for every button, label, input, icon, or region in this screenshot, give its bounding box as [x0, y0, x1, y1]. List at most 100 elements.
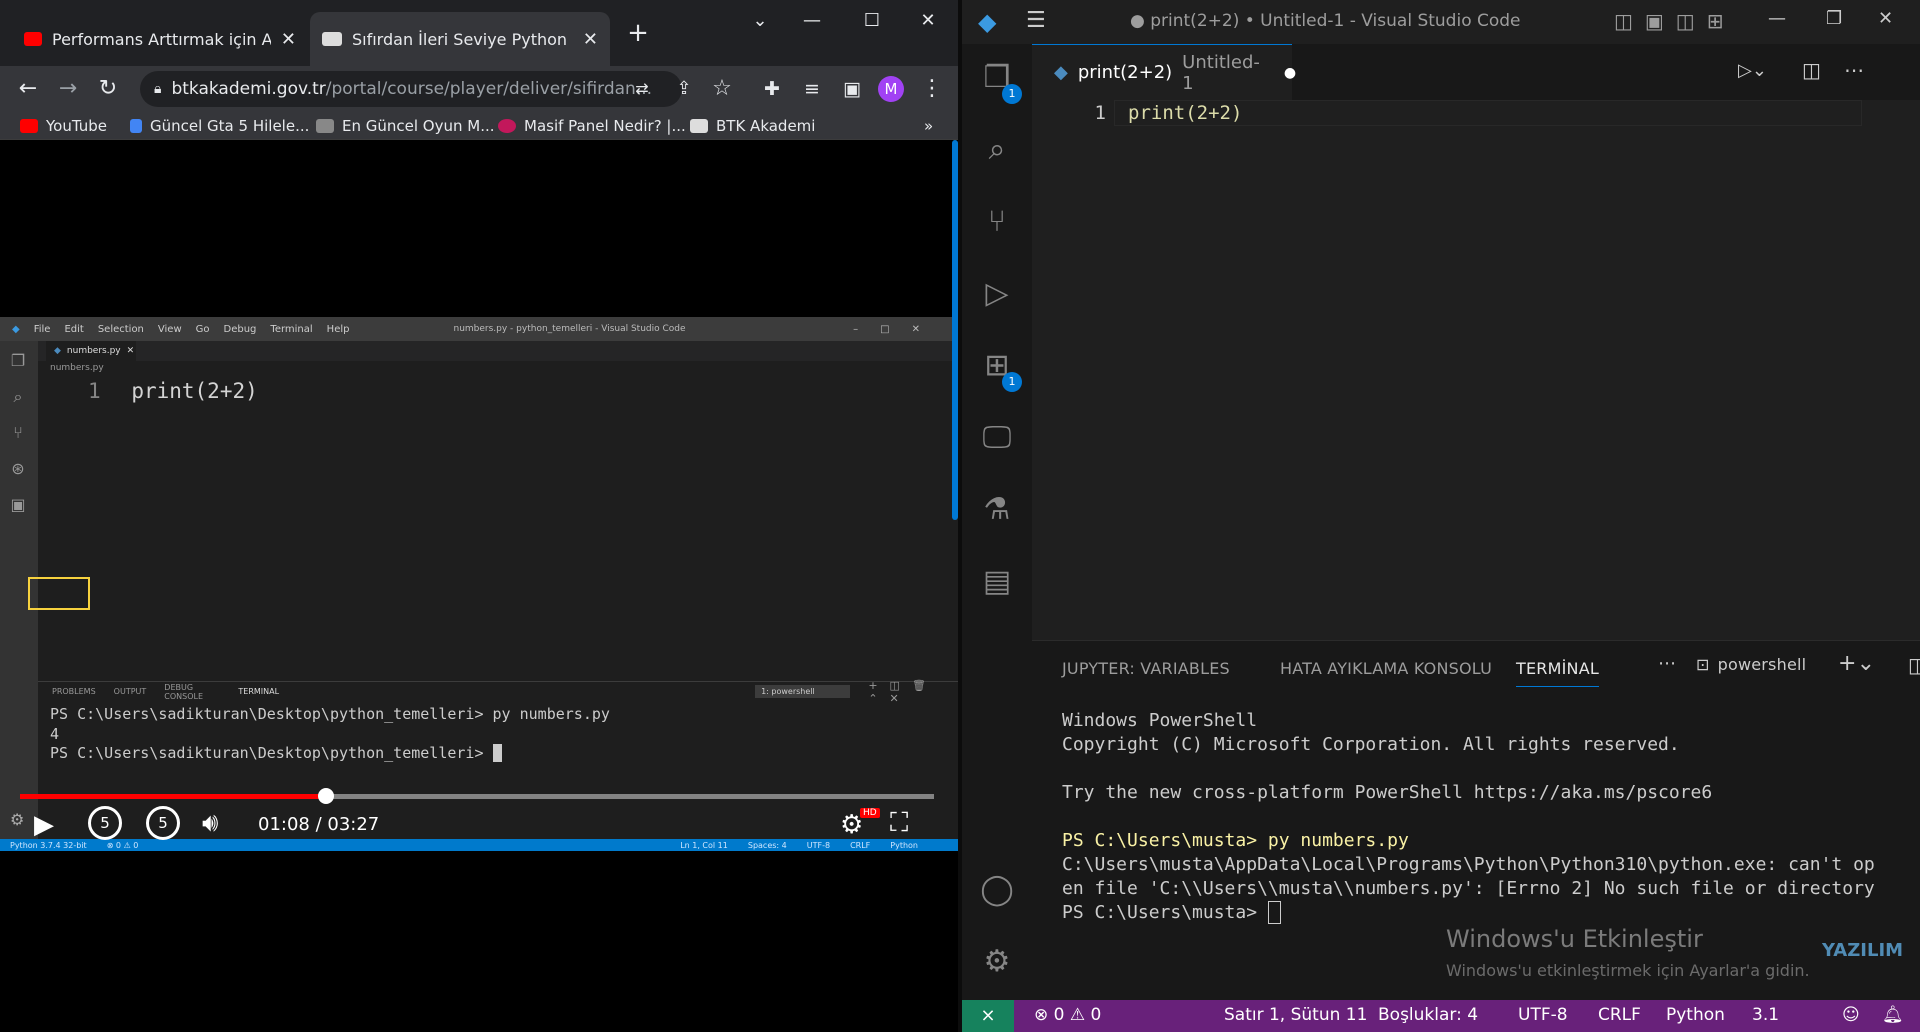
- btk-icon: [322, 32, 342, 46]
- close-icon[interactable]: ✕: [583, 29, 598, 50]
- new-tab-button[interactable]: +: [624, 20, 652, 48]
- play-icon[interactable]: ▶: [34, 810, 54, 840]
- menu-icon[interactable]: ⋮: [918, 76, 946, 104]
- extensions-icon[interactable]: ⊞: [962, 336, 1032, 396]
- watermark-logo: YAZILIM: [1822, 940, 1904, 961]
- extensions-icon[interactable]: ✚: [758, 76, 786, 104]
- more-actions-icon[interactable]: ⋯: [1844, 58, 1864, 82]
- bookmark-gta[interactable]: Güncel Gta 5 Hilele...: [130, 114, 309, 138]
- status-language[interactable]: Python: [1666, 1005, 1725, 1025]
- run-debug-icon[interactable]: ▷: [962, 264, 1032, 324]
- translate-icon[interactable]: ⇄: [628, 76, 656, 104]
- files-icon: ❐: [10, 351, 26, 370]
- share-icon[interactable]: ⇪: [670, 76, 698, 104]
- editor[interactable]: 1 print(2+2): [1032, 100, 1920, 640]
- source-control-icon[interactable]: ⑂: [962, 192, 1032, 252]
- volume-icon[interactable]: 🔊︎: [202, 808, 218, 839]
- inner-menu-item: Debug: [223, 323, 257, 335]
- python-icon: ◆: [1054, 62, 1068, 83]
- output-highlight-box: [28, 577, 90, 610]
- lock-icon[interactable]: 🔒︎: [154, 81, 161, 97]
- account-icon[interactable]: ◯: [962, 860, 1032, 920]
- side-panel-icon[interactable]: ▣: [838, 76, 866, 104]
- back-icon[interactable]: ←: [14, 76, 42, 104]
- tab-search-icon[interactable]: ⌄: [740, 6, 780, 36]
- address-bar[interactable]: 🔒︎ btkakademi.gov.tr/portal/course/playe…: [140, 71, 682, 107]
- video-vscode: ◆ File Edit Selection View Go Debug Term…: [0, 317, 958, 851]
- layout-controls[interactable]: ◫▣◫⊞: [1614, 9, 1735, 33]
- browser-tab-2[interactable]: Sıfırdan İleri Seviye Python Progr ✕: [310, 12, 610, 66]
- line-number: 1: [1094, 102, 1106, 124]
- status-spaces[interactable]: Boşluklar: 4: [1378, 1005, 1478, 1025]
- bookmark-youtube[interactable]: YouTube: [20, 114, 107, 138]
- status-interpreter[interactable]: 3.1: [1752, 1005, 1779, 1025]
- bottom-panel: JUPYTER: VARIABLES HATA AYIKLAMA KONSOLU…: [1032, 640, 1920, 1000]
- editor-tabs: ◆ print(2+2) Untitled-1 ● ▷⌄ ◫ ⋯: [1032, 44, 1920, 100]
- fullscreen-icon[interactable]: ⛶: [890, 808, 908, 839]
- minimize-icon[interactable]: —: [1768, 8, 1786, 29]
- terminal-shell-select[interactable]: ⊡ powershell: [1696, 655, 1806, 674]
- site-icon: [498, 119, 516, 133]
- remote-explorer-icon[interactable]: 🖵︎: [962, 408, 1032, 468]
- site-icon: [316, 119, 334, 133]
- bookmark-masif[interactable]: Masif Panel Nedir? |...: [498, 114, 686, 138]
- video-progress-bar[interactable]: [20, 794, 934, 799]
- extensions-badge: 1: [1002, 372, 1022, 392]
- bookmark-btk[interactable]: BTK Akademi: [690, 114, 815, 138]
- inner-tab: ◆ numbers.py ✕: [46, 341, 136, 361]
- tab-title: Sıfırdan İleri Seviye Python Progr: [352, 29, 573, 49]
- status-eol[interactable]: CRLF: [1598, 1005, 1641, 1025]
- status-position[interactable]: Satır 1, Sütun 11: [1224, 1005, 1367, 1025]
- notebook-icon[interactable]: ▤: [962, 552, 1032, 612]
- close-icon[interactable]: ✕: [281, 29, 296, 50]
- python-icon: ◆: [54, 346, 61, 356]
- forward-icon[interactable]: →: [54, 76, 82, 104]
- profile-avatar[interactable]: M: [878, 76, 904, 102]
- split-terminal-icon[interactable]: ◫: [1908, 653, 1920, 677]
- tab-terminal[interactable]: TERMİNAL: [1516, 659, 1599, 687]
- testing-icon[interactable]: ⚗︎: [962, 480, 1032, 540]
- media-icon[interactable]: ≡: [798, 76, 826, 104]
- inner-code: 1 print(2+2): [88, 379, 258, 403]
- close-window-icon[interactable]: ✕: [1878, 8, 1893, 29]
- minimize-icon[interactable]: —: [792, 6, 832, 36]
- activation-subtitle: Windows'u etkinleştirmek için Ayarlar'a …: [1446, 961, 1810, 980]
- maximize-icon[interactable]: ☐: [852, 6, 892, 36]
- status-problems[interactable]: ⊗ 0 ⚠ 0: [1034, 1005, 1101, 1025]
- search-icon[interactable]: ⌕: [962, 120, 1032, 180]
- explorer-icon[interactable]: ❐: [962, 48, 1032, 108]
- feedback-icon[interactable]: ☺: [1842, 1005, 1860, 1025]
- video-scrubber-handle[interactable]: [318, 788, 334, 804]
- remote-icon[interactable]: ⨯: [962, 1000, 1014, 1032]
- forward-5-button[interactable]: 5: [146, 806, 180, 840]
- browser-tab-1[interactable]: Performans Arttırmak için Araç Ya ✕: [12, 12, 308, 66]
- rewind-5-button[interactable]: 5: [88, 806, 122, 840]
- status-encoding[interactable]: UTF-8: [1518, 1005, 1568, 1025]
- close-window-icon[interactable]: ✕: [908, 6, 948, 36]
- star-icon[interactable]: ☆: [708, 76, 736, 104]
- bookmarks-more[interactable]: »: [924, 114, 933, 138]
- split-editor-icon[interactable]: ◫: [1802, 58, 1821, 82]
- run-icon[interactable]: ▷⌄: [1738, 60, 1767, 81]
- new-terminal-icon[interactable]: +⌄: [1838, 651, 1875, 676]
- tab-title: Performans Arttırmak için Araç Ya: [52, 29, 271, 49]
- notifications-icon[interactable]: 🔔︎: [1882, 1005, 1904, 1025]
- menu-icon[interactable]: ☰: [1026, 8, 1046, 33]
- tab-jupyter-variables[interactable]: JUPYTER: VARIABLES: [1062, 659, 1230, 678]
- bookmark-oyun[interactable]: En Güncel Oyun M...: [316, 114, 495, 138]
- terminal-output[interactable]: Windows PowerShell Copyright (C) Microsof…: [1062, 709, 1875, 925]
- restore-icon[interactable]: ❐: [1826, 8, 1842, 29]
- manage-gear-icon[interactable]: ⚙︎: [962, 932, 1032, 992]
- reload-icon[interactable]: ↻: [94, 76, 122, 104]
- extensions-icon: ▣: [10, 495, 26, 514]
- tab-debug-console[interactable]: HATA AYIKLAMA KONSOLU: [1280, 659, 1492, 678]
- small-gear-icon: ⚙︎: [10, 810, 25, 829]
- code-line[interactable]: print(2+2): [1128, 100, 1242, 124]
- panel-more-icon[interactable]: ⋯: [1658, 653, 1676, 674]
- search-icon: [130, 119, 142, 133]
- editor-tab[interactable]: ◆ print(2+2) Untitled-1 ●: [1032, 44, 1296, 100]
- bookmarks-bar: YouTube Güncel Gta 5 Hilele... En Güncel…: [0, 112, 958, 140]
- chrome-window: Performans Arttırmak için Araç Ya ✕ Sıfı…: [0, 0, 958, 1032]
- inner-titlebar: ◆ File Edit Selection View Go Debug Term…: [0, 317, 958, 341]
- unsaved-dot-icon[interactable]: ●: [1284, 65, 1296, 81]
